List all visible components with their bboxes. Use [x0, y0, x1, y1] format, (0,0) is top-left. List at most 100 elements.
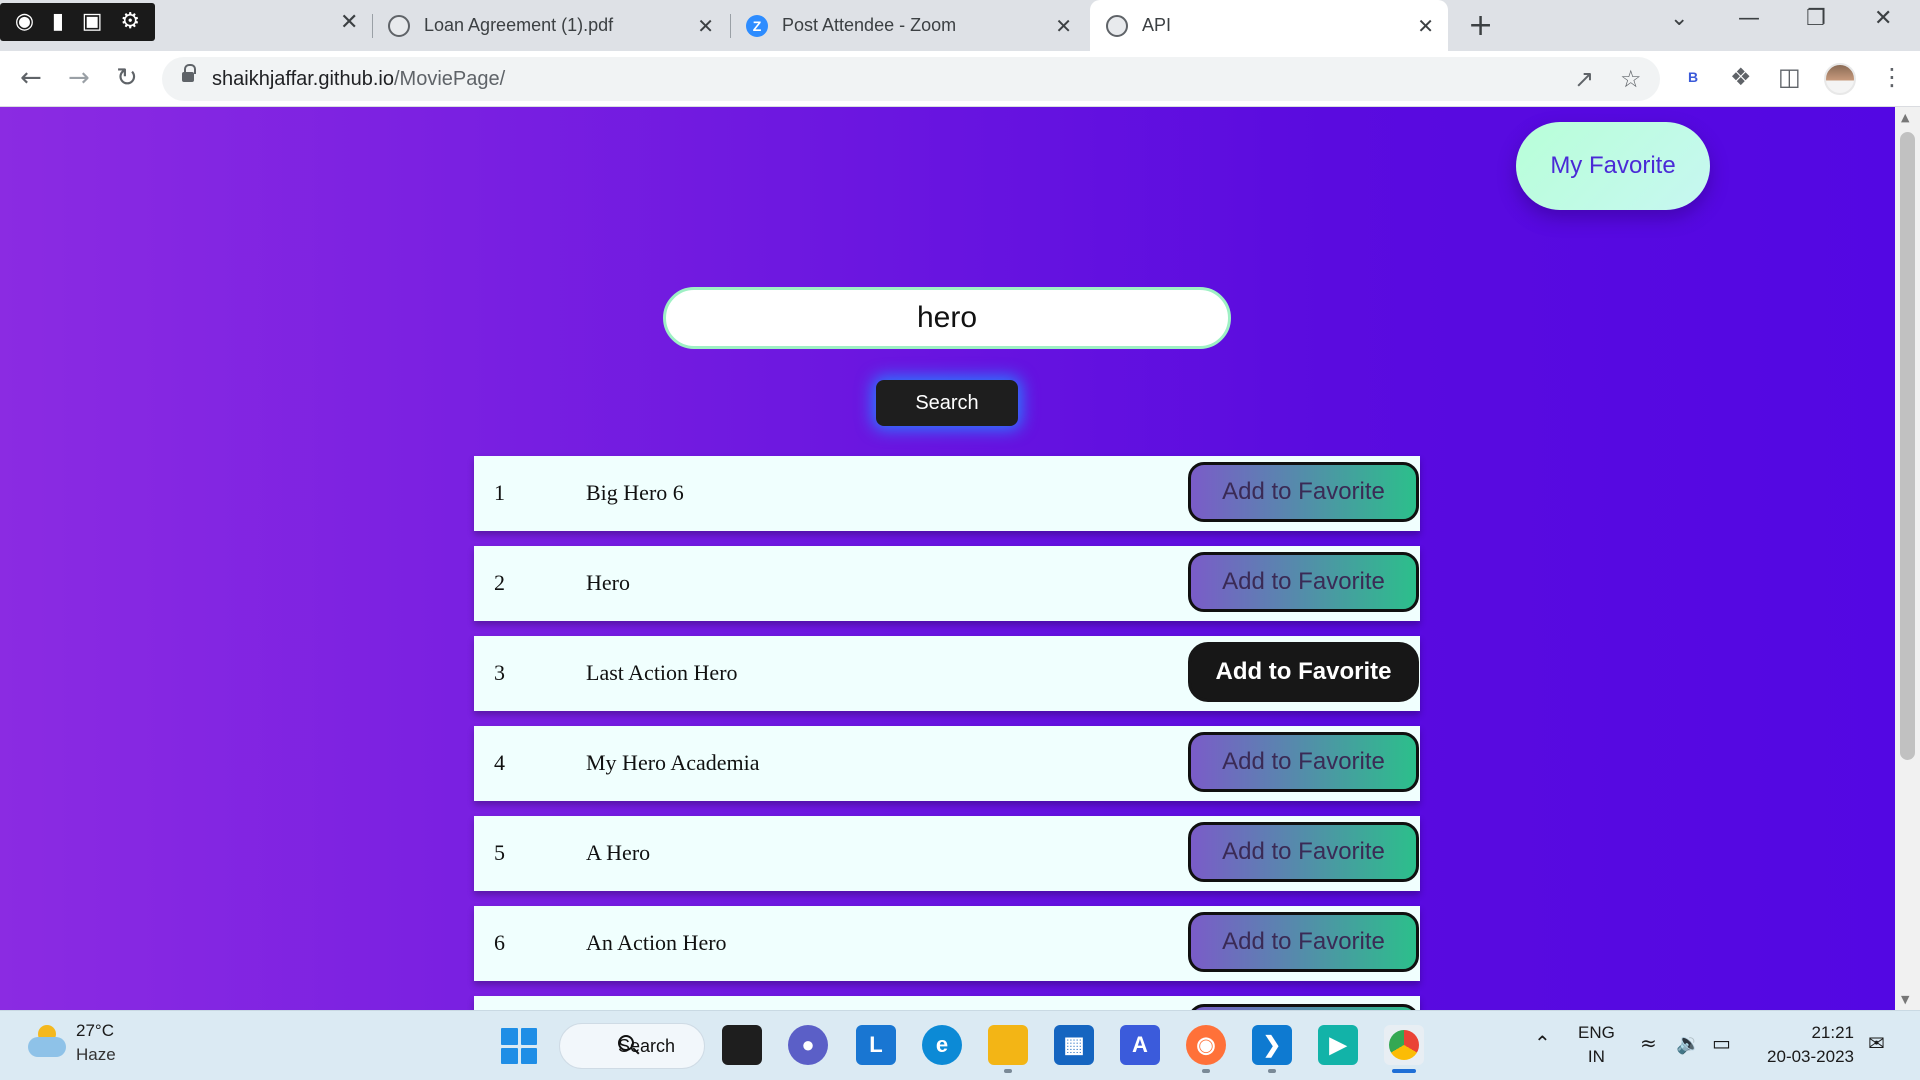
firefox-icon[interactable]: ◉: [1186, 1025, 1226, 1065]
teams-chat-icon[interactable]: ●: [788, 1025, 828, 1065]
zoom-icon: Z: [746, 14, 768, 37]
search-icon: [618, 1035, 634, 1051]
add-to-favorite-button[interactable]: Add to Favorite: [1188, 912, 1419, 972]
movie-search-input[interactable]: [663, 287, 1231, 349]
tab-separator: [372, 14, 373, 38]
movie-title: A Hero: [586, 840, 651, 865]
windows-taskbar: 27°C Haze Search ● L e ▦ A ◉ ❯ ▶ ⌃ ENG I…: [0, 1010, 1920, 1080]
tab-label: API: [1142, 15, 1172, 35]
tab-label: Post Attendee - Zoom: [782, 15, 957, 35]
vscode-icon[interactable]: ❯: [1252, 1025, 1292, 1065]
my-favorite-button[interactable]: My Favorite: [1516, 122, 1710, 210]
add-to-favorite-button[interactable]: Add to Favorite: [1188, 732, 1419, 792]
close-icon[interactable]: ✕: [697, 14, 714, 38]
wifi-icon[interactable]: ≈: [1640, 1031, 1657, 1055]
language-indicator[interactable]: ENG IN: [1578, 1021, 1615, 1069]
weather-description[interactable]: Haze: [76, 1045, 116, 1065]
file-explorer-icon[interactable]: [988, 1025, 1028, 1065]
l-app-icon[interactable]: L: [856, 1025, 896, 1065]
gear-icon[interactable]: ⚙: [120, 11, 140, 33]
extension-b-icon[interactable]: B: [1688, 69, 1698, 85]
task-view-icon[interactable]: [722, 1025, 762, 1065]
close-icon[interactable]: ✕: [340, 10, 358, 35]
profile-avatar[interactable]: [1824, 63, 1856, 95]
system-clock[interactable]: 21:21 20-03-2023: [1762, 1021, 1854, 1069]
page-viewport: My Favorite Search 1 Big Hero 6 Add to F…: [0, 107, 1895, 1010]
volume-icon[interactable]: 🔉: [1676, 1031, 1701, 1055]
taskbar-search[interactable]: Search: [559, 1023, 705, 1069]
tab-search-icon[interactable]: ⌄: [1670, 6, 1688, 31]
page-scrollbar[interactable]: ▲ ▼: [1895, 107, 1920, 1010]
chrome-icon[interactable]: [1384, 1025, 1424, 1065]
movie-row: 3 Last Action Hero Add to Favorite: [474, 636, 1420, 711]
extensions-puzzle-icon[interactable]: ❖: [1730, 63, 1752, 91]
menu-icon[interactable]: ⋮: [1880, 63, 1904, 91]
lock-icon[interactable]: [182, 64, 196, 86]
running-indicator: [1268, 1069, 1276, 1073]
running-indicator: [1004, 1069, 1012, 1073]
movie-row-partial: [474, 996, 1420, 1010]
media-player-icon[interactable]: ▶: [1318, 1025, 1358, 1065]
tab-separator: [730, 14, 731, 38]
movie-title: Hero: [586, 570, 630, 595]
close-icon[interactable]: ✕: [1417, 14, 1434, 38]
forward-button[interactable]: →: [68, 63, 90, 93]
movie-title: An Action Hero: [586, 930, 727, 955]
tab-loan-agreement[interactable]: Loan Agreement (1).pdf ✕: [388, 0, 728, 51]
screen-capture-toolbar: ◉ ▮ ▣ ⚙: [0, 3, 155, 41]
restore-button[interactable]: ❐: [1806, 6, 1826, 31]
add-to-favorite-button[interactable]: Add to Favorite: [1188, 462, 1419, 522]
movie-row: 2 Hero Add to Favorite: [474, 546, 1420, 621]
movie-number: 1: [494, 480, 505, 505]
movie-number: 4: [494, 750, 505, 775]
edge-browser-icon[interactable]: e: [922, 1025, 962, 1065]
share-icon[interactable]: ↗: [1574, 65, 1594, 93]
movie-row: 4 My Hero Academia Add to Favorite: [474, 726, 1420, 801]
tab-zoom[interactable]: Z Post Attendee - Zoom ✕: [746, 0, 1086, 51]
movie-number: 5: [494, 840, 505, 865]
movie-number: 2: [494, 570, 505, 595]
movie-title: Last Action Hero: [586, 660, 738, 685]
back-button[interactable]: ←: [20, 63, 42, 93]
battery-icon[interactable]: ▭: [1712, 1031, 1731, 1055]
side-panel-icon[interactable]: ◫: [1778, 63, 1801, 91]
movie-row: 1 Big Hero 6 Add to Favorite: [474, 456, 1420, 531]
close-icon[interactable]: ✕: [1055, 14, 1072, 38]
new-tab-button[interactable]: +: [1468, 8, 1493, 43]
globe-icon: [388, 14, 410, 37]
add-to-favorite-button[interactable]: Add to Favorite: [1188, 642, 1419, 702]
movie-row: 6 An Action Hero Add to Favorite: [474, 906, 1420, 981]
active-app-indicator: [1392, 1069, 1416, 1073]
bookmark-star-icon[interactable]: ☆: [1620, 65, 1642, 93]
microsoft-store-icon[interactable]: ▦: [1054, 1025, 1094, 1065]
movie-title: My Hero Academia: [586, 750, 760, 775]
add-to-favorite-button[interactable]: Add to Favorite: [1188, 822, 1419, 882]
window-close-button[interactable]: ✕: [1874, 6, 1892, 31]
movie-row: 5 A Hero Add to Favorite: [474, 816, 1420, 891]
tab-api[interactable]: API ✕: [1090, 0, 1448, 51]
url-text[interactable]: shaikhjaffar.github.io/MoviePage/: [212, 68, 505, 91]
search-button[interactable]: Search: [876, 380, 1018, 426]
start-button[interactable]: [501, 1028, 537, 1064]
scroll-thumb[interactable]: [1900, 132, 1915, 760]
browser-tab-strip: ◉ ▮ ▣ ⚙ ✕ Loan Agreement (1).pdf ✕ Z Pos…: [0, 0, 1920, 51]
notifications-icon[interactable]: ✉: [1868, 1031, 1885, 1055]
minimize-button[interactable]: —: [1738, 6, 1760, 31]
scroll-up-icon[interactable]: ▲: [1901, 111, 1909, 124]
add-to-favorite-button[interactable]: Add to Favorite: [1188, 552, 1419, 612]
window-icon[interactable]: ▣: [82, 11, 103, 33]
camera-icon[interactable]: ◉: [15, 11, 34, 33]
reload-button[interactable]: ↻: [116, 63, 138, 93]
scroll-down-icon[interactable]: ▼: [1901, 993, 1909, 1006]
video-icon[interactable]: ▮: [52, 11, 64, 33]
movie-title: Big Hero 6: [586, 480, 684, 505]
show-hidden-icons[interactable]: ⌃: [1534, 1031, 1551, 1055]
movie-number: 3: [494, 660, 505, 685]
movie-number: 6: [494, 930, 505, 955]
running-indicator: [1202, 1069, 1210, 1073]
weather-temperature[interactable]: 27°C: [76, 1021, 114, 1041]
weather-icon[interactable]: [28, 1025, 66, 1061]
address-bar[interactable]: shaikhjaffar.github.io/MoviePage/ ↗ ☆: [162, 57, 1660, 101]
browser-toolbar: ← → ↻ shaikhjaffar.github.io/MoviePage/ …: [0, 51, 1920, 107]
arc-app-icon[interactable]: A: [1120, 1025, 1160, 1065]
